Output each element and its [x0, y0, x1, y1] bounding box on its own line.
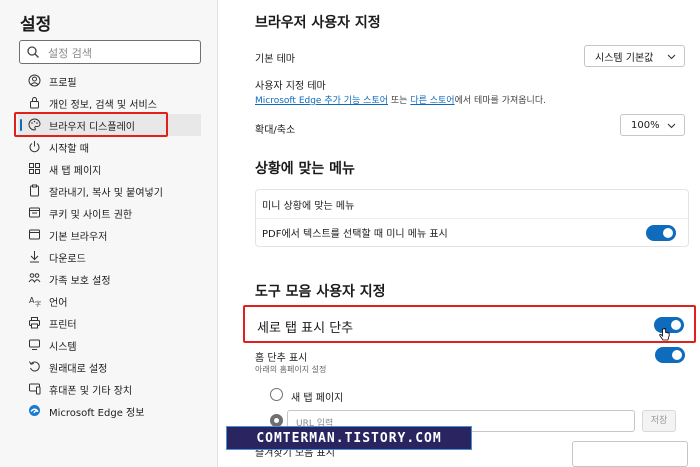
sidebar-item-label: 기본 브라우저: [49, 231, 108, 243]
default-theme-value: 시스템 기본값: [595, 52, 654, 64]
language-icon: A字: [29, 296, 41, 307]
custom-theme-or: 또는: [388, 96, 411, 106]
section-title-toolbar-customize: 도구 모음 사용자 지정: [255, 284, 386, 300]
lock-icon: [30, 97, 39, 109]
zoom-dropdown[interactable]: 100%: [620, 114, 685, 136]
custom-theme-label: 사용자 지정 테마: [255, 81, 326, 92]
sidebar-item-label: 다운로드: [49, 253, 86, 265]
section-title-browser-customize: 브라우저 사용자 지정: [255, 15, 381, 31]
other-store-link[interactable]: 다른 스토어: [410, 96, 454, 106]
mini-context-menu-label: 미니 상황에 맞는 메뉴: [262, 200, 355, 212]
profile-icon: [28, 74, 41, 87]
sidebar-item-label: 잘라내기, 복사 및 붙여넣기: [49, 187, 163, 199]
settings-sidebar: 설정 설정 검색 프로필 개인 정보, 검색 및 서비스 브라우저 디스플레이 …: [0, 0, 218, 467]
grid-icon: [29, 163, 40, 174]
browser-icon: [29, 229, 40, 240]
sidebar-item-family[interactable]: 가족 보호 설정: [0, 268, 218, 290]
sidebar-item-phone[interactable]: 휴대폰 및 기타 장치: [0, 378, 218, 400]
mini-context-menu-row: 미니 상황에 맞는 메뉴: [256, 190, 688, 218]
sidebar-item-reset[interactable]: 원래대로 설정: [0, 356, 218, 378]
family-icon: [28, 273, 41, 284]
context-menu-card: 미니 상황에 맞는 메뉴 PDF에서 텍스트를 선택할 때 미니 메뉴 표시: [255, 189, 689, 247]
hand-cursor-icon: [659, 328, 670, 341]
search-icon: [27, 46, 39, 58]
phone-icon: [29, 383, 41, 395]
chevron-down-icon: [667, 54, 676, 60]
reset-icon: [29, 361, 40, 372]
sidebar-item-label: 가족 보호 설정: [49, 275, 111, 287]
edge-icon: [29, 405, 40, 416]
sidebar-item-label: 시작할 때: [49, 143, 89, 155]
printer-icon: [29, 317, 40, 329]
sidebar-item-system[interactable]: 시스템: [0, 334, 218, 356]
home-button-sub: 아래의 홈페이지 설정: [255, 365, 327, 374]
highlight-box-browser-display: [14, 112, 168, 137]
default-theme-dropdown[interactable]: 시스템 기본값: [584, 45, 685, 67]
vertical-tabs-row: 세로 탭 표시 단추: [243, 305, 696, 343]
sidebar-item-clipboard[interactable]: 잘라내기, 복사 및 붙여넣기: [0, 180, 218, 202]
sidebar-item-cookies[interactable]: 쿠키 및 사이트 권한: [0, 202, 218, 224]
pdf-mini-menu-toggle[interactable]: [646, 225, 676, 241]
edge-addons-store-link[interactable]: Microsoft Edge 추가 기능 스토어: [255, 96, 388, 106]
sidebar-item-downloads[interactable]: 다운로드: [0, 246, 218, 268]
pdf-mini-menu-row: PDF에서 텍스트를 선택할 때 미니 메뉴 표시: [256, 218, 688, 246]
toggle-knob: [671, 320, 681, 330]
custom-theme-tail: 에서 테마를 가져옵니다.: [454, 96, 546, 106]
save-button[interactable]: 저장: [642, 410, 676, 432]
home-button-toggle[interactable]: [655, 347, 685, 363]
sidebar-item-label: 쿠키 및 사이트 권한: [49, 209, 133, 221]
sidebar-item-about-edge[interactable]: Microsoft Edge 정보: [0, 400, 218, 422]
sidebar-item-label: 새 탭 페이지: [49, 165, 102, 177]
sidebar-item-label: 시스템: [49, 341, 77, 353]
sidebar-item-on-startup[interactable]: 시작할 때: [0, 136, 218, 158]
sidebar-item-label: 프로필: [49, 77, 77, 89]
power-icon: [29, 141, 40, 153]
system-icon: [29, 339, 40, 350]
clipboard-icon: [30, 184, 39, 197]
search-placeholder: 설정 검색: [48, 47, 92, 60]
sidebar-item-profile[interactable]: 프로필: [0, 70, 218, 92]
sidebar-item-default-browser[interactable]: 기본 브라우저: [0, 224, 218, 246]
sidebar-title: 설정: [20, 15, 52, 35]
zoom-value: 100%: [631, 119, 660, 131]
toggle-knob: [672, 350, 682, 360]
radio-new-tab-label: 새 탭 페이지: [291, 393, 344, 404]
sidebar-item-label: 개인 정보, 검색 및 서비스: [49, 99, 157, 111]
cookie-icon: [29, 207, 40, 218]
sidebar-item-label: 언어: [49, 297, 68, 309]
vertical-tabs-label: 세로 탭 표시 단추: [257, 321, 354, 336]
pdf-mini-menu-label: PDF에서 텍스트를 선택할 때 미니 메뉴 표시: [262, 229, 448, 240]
sidebar-item-printers[interactable]: 프린터: [0, 312, 218, 334]
sidebar-item-new-tab[interactable]: 새 탭 페이지: [0, 158, 218, 180]
sidebar-item-label: 프린터: [49, 319, 77, 331]
settings-search-input[interactable]: 설정 검색: [19, 40, 201, 64]
download-icon: [30, 251, 39, 263]
sidebar-item-language[interactable]: A字 언어: [0, 290, 218, 312]
custom-theme-desc: Microsoft Edge 추가 기능 스토어 또는 다른 스토어에서 테마를…: [255, 93, 546, 106]
radio-new-tab[interactable]: [270, 388, 283, 401]
chevron-down-icon: [667, 123, 676, 129]
home-button-label: 홈 단추 표시: [255, 353, 308, 364]
svg-text:字: 字: [35, 300, 41, 307]
sidebar-item-label: 휴대폰 및 기타 장치: [49, 385, 133, 397]
settings-main: 브라우저 사용자 지정 기본 테마 시스템 기본값 사용자 지정 테마 Micr…: [219, 0, 700, 467]
sidebar-item-privacy[interactable]: 개인 정보, 검색 및 서비스: [0, 92, 218, 114]
sidebar-item-label: Microsoft Edge 정보: [49, 407, 145, 419]
section-title-context-menu: 상황에 맞는 메뉴: [255, 161, 355, 177]
toggle-knob: [663, 228, 673, 238]
default-theme-label: 기본 테마: [255, 54, 295, 65]
favorites-bar-dropdown[interactable]: [572, 441, 688, 467]
zoom-label: 확대/축소: [255, 125, 296, 136]
watermark-banner: COMTERMAN.TISTORY.COM: [226, 426, 472, 450]
sidebar-item-label: 원래대로 설정: [49, 363, 108, 375]
